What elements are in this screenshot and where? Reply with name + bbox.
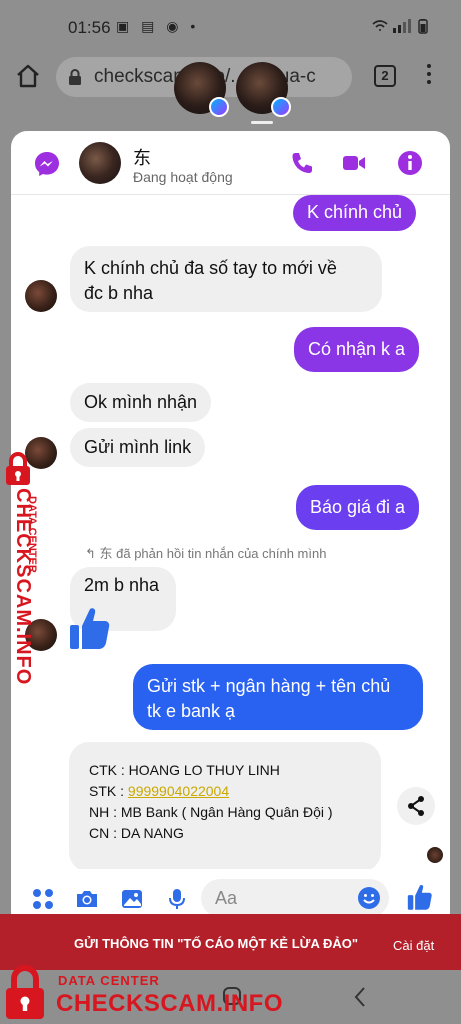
- video-call-icon[interactable]: [341, 150, 367, 176]
- more-menu-icon[interactable]: [426, 64, 432, 90]
- wifi-signal-battery-icon: [372, 19, 428, 34]
- account-name: CTK : HOANG LO THUY LINH: [89, 762, 280, 778]
- chat-panel: 东 Đang hoạt động K chính chủ K chính chủ…: [11, 131, 450, 927]
- watermark-bottom-text: CHECKSCAM.INFO: [56, 990, 283, 1017]
- report-banner[interactable]: GỬI THÔNG TIN "TỐ CÁO MỘT KẺ LỪA ĐẢO" Cà…: [0, 914, 461, 970]
- signal-battery-icons: [371, 18, 435, 37]
- home-icon[interactable]: [14, 62, 42, 90]
- message-outgoing[interactable]: Báo giá đi a: [296, 485, 420, 530]
- watermark-side-sub: DATA CENTER: [26, 496, 38, 573]
- message-outgoing[interactable]: K chính chủ: [293, 195, 417, 231]
- reply-note: ↰ 东 đã phản hồi tin nhắn của chính mình: [85, 546, 327, 561]
- phone-call-icon[interactable]: [289, 150, 315, 176]
- account-number: 9999904022004: [127, 783, 230, 799]
- contact-name[interactable]: 东: [133, 144, 151, 170]
- account-number-line: STK : 9999904022004: [89, 783, 230, 799]
- message-input[interactable]: Aa: [201, 879, 389, 917]
- browser-toolbar: checkscam.info/... -o-lua-c 2: [0, 54, 461, 104]
- microphone-icon[interactable]: [165, 887, 189, 911]
- camera-icon[interactable]: [75, 887, 99, 911]
- contact-avatar[interactable]: [79, 142, 121, 184]
- like-button-icon[interactable]: [407, 883, 433, 911]
- back-nav-icon[interactable]: [350, 984, 370, 1010]
- notification-icons: ▣ ▤ ◉ •: [116, 18, 200, 34]
- apps-grid-icon[interactable]: [31, 887, 55, 911]
- report-banner-text[interactable]: GỬI THÔNG TIN "TỐ CÁO MỘT KẺ LỪA ĐẢO": [74, 936, 358, 951]
- message-input-placeholder: Aa: [215, 888, 238, 908]
- chat-head-avatar[interactable]: [236, 62, 291, 117]
- message-incoming[interactable]: Gửi mình link: [70, 428, 206, 467]
- contact-status: Đang hoạt động: [133, 169, 233, 185]
- tab-switcher-button[interactable]: 2: [374, 65, 396, 87]
- settings-link[interactable]: Cài đặt: [393, 938, 434, 953]
- watermark-bottom-sub: DATA CENTER: [58, 973, 160, 988]
- message-outgoing[interactable]: Gửi stk + ngân hàng + tên chủ tk e bank ạ: [133, 664, 423, 730]
- drag-handle[interactable]: [251, 121, 273, 124]
- messenger-badge-icon: [209, 97, 229, 117]
- lock-icon: [69, 69, 81, 85]
- watermark-lock-icon: [6, 452, 30, 485]
- seen-indicator-avatar: [427, 847, 443, 863]
- emoji-icon[interactable]: [357, 886, 381, 910]
- bank-name: NH : MB Bank ( Ngân Hàng Quân Đội ): [89, 804, 333, 820]
- messenger-logo-icon[interactable]: [33, 150, 61, 178]
- watermark-lock-icon: [6, 965, 44, 1019]
- message-incoming[interactable]: K chính chủ đa số tay to mới về đc b nha: [70, 246, 382, 312]
- status-bar: 01:56 ▣ ▤ ◉ •: [0, 0, 461, 54]
- share-icon: [408, 796, 424, 816]
- bank-branch: CN : DA NANG: [89, 825, 184, 841]
- info-icon[interactable]: [397, 150, 423, 176]
- message-incoming[interactable]: Ok mình nhận: [70, 383, 212, 422]
- sender-avatar[interactable]: [25, 280, 57, 312]
- status-time: 01:56: [68, 18, 111, 37]
- thumbs-up-icon[interactable]: [69, 605, 111, 651]
- bank-info-image[interactable]: CTK : HOANG LO THUY LINH STK : 999990402…: [69, 742, 381, 872]
- message-outgoing[interactable]: Có nhận k a: [294, 327, 420, 372]
- watermark-side: CHECKSCAM.INFO DATA CENTER: [0, 452, 40, 685]
- share-button[interactable]: [397, 787, 435, 825]
- gallery-icon[interactable]: [120, 887, 144, 911]
- messenger-badge-icon: [271, 97, 291, 117]
- chat-header: 东 Đang hoạt động: [11, 131, 450, 195]
- chat-head-avatar[interactable]: [174, 62, 229, 117]
